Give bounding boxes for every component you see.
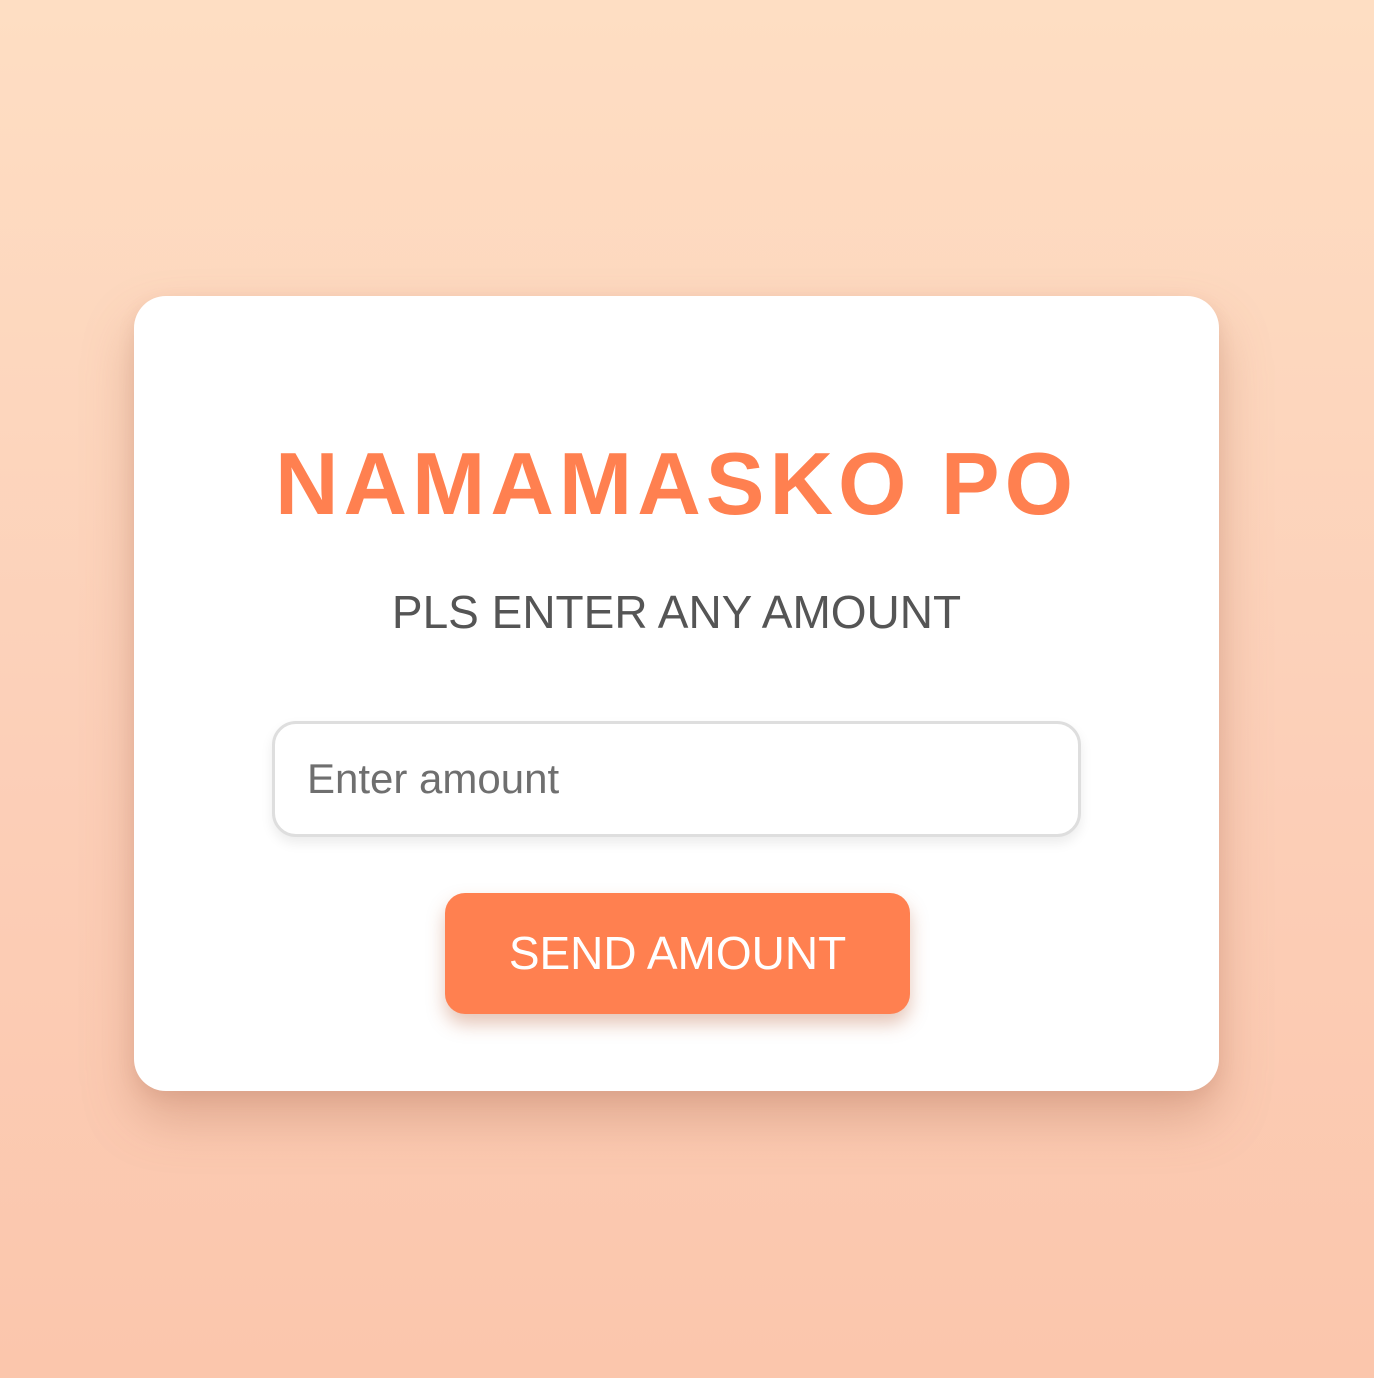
right-edge-strip (1374, 0, 1378, 1378)
card-subtitle: PLS ENTER ANY AMOUNT (391, 586, 962, 638)
send-amount-button[interactable]: SEND AMOUNT (445, 893, 910, 1014)
donation-card: NAMAMASKO PO PLS ENTER ANY AMOUNT SEND A… (134, 296, 1219, 1091)
amount-input[interactable] (272, 721, 1081, 837)
card-title: NAMAMASKO PO (274, 434, 1079, 533)
